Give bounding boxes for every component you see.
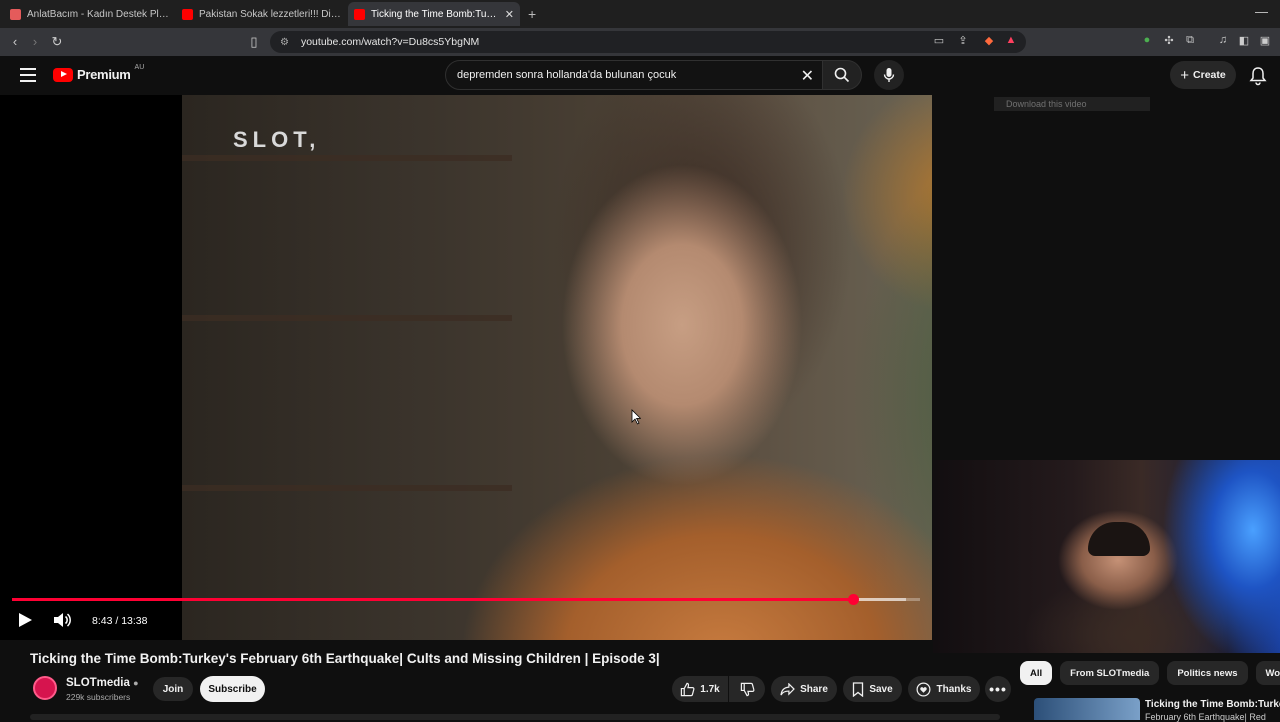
description-box-edge: [30, 714, 1000, 720]
download-video-button[interactable]: Download this video: [994, 97, 1150, 111]
webcam-person: [1088, 522, 1150, 556]
notifications-bell-icon[interactable]: [1248, 66, 1268, 86]
share-icon[interactable]: ⇪: [956, 34, 970, 48]
new-tab-icon[interactable]: +: [528, 6, 536, 22]
browser-tab[interactable]: Pakistan Sokak lezzetleri!!! Diye diye: [176, 2, 348, 26]
forward-icon[interactable]: ›: [25, 34, 45, 49]
verified-icon: ●: [133, 678, 139, 688]
slot-watermark: SLOT,: [233, 127, 321, 152]
more-actions-button[interactable]: •••: [985, 676, 1011, 702]
youtube-favicon-icon: [182, 8, 193, 20]
thanks-button[interactable]: Thanks: [908, 676, 980, 702]
chip-from-channel[interactable]: From SLOTmedia: [1060, 661, 1160, 685]
share-button[interactable]: Share: [771, 676, 837, 702]
sidebar-icon[interactable]: ◧: [1237, 34, 1251, 48]
play-icon[interactable]: [19, 613, 32, 627]
address-bar[interactable]: ⚙ youtube.com/watch?v=Du8cs5YbgNM: [270, 31, 1026, 53]
media-icon[interactable]: ♫: [1216, 34, 1230, 48]
search-input[interactable]: depremden sonra hollanda'da bulunan çocu…: [445, 60, 823, 90]
screenshot-icon[interactable]: ⧉: [1183, 34, 1197, 48]
share-arrow-icon: [780, 682, 795, 696]
search-icon: [834, 67, 850, 83]
browser-toolbar: ‹ › ↻ ▯ ⚙ youtube.com/watch?v=Du8cs5YbgN…: [0, 28, 1280, 56]
brave-rewards-icon[interactable]: ▲: [1004, 34, 1018, 48]
chip-politics-news[interactable]: Politics news: [1167, 661, 1248, 685]
recommended-video-title[interactable]: Ticking the Time Bomb:Turkey: [1145, 699, 1280, 710]
volume-icon[interactable]: [53, 612, 71, 628]
buffer-bar: [853, 598, 907, 601]
reload-icon[interactable]: ↻: [47, 34, 67, 50]
clear-search-icon[interactable]: ✕: [801, 66, 814, 86]
microphone-icon: [883, 68, 895, 82]
youtube-favicon-icon: [354, 8, 365, 20]
subscribe-button[interactable]: Subscribe: [200, 676, 265, 702]
extension-icon[interactable]: ●: [1140, 34, 1154, 48]
youtube-logo[interactable]: Premium AU: [53, 64, 145, 82]
thumbs-up-icon: [681, 682, 695, 696]
bookmark-icon[interactable]: ▯: [244, 34, 264, 50]
join-button[interactable]: Join: [153, 677, 193, 701]
chip-all[interactable]: All: [1020, 661, 1053, 685]
menu-icon[interactable]: [20, 68, 36, 82]
brave-shield-icon[interactable]: ◆: [982, 34, 996, 48]
browser-tab[interactable]: AnlatBacım - Kadın Destek Platformu: [4, 2, 176, 26]
plus-icon: +: [1180, 66, 1190, 84]
tab-label: Pakistan Sokak lezzetleri!!! Diye diye: [199, 8, 342, 20]
subscriber-count: 229k subscribers: [66, 692, 131, 702]
recommended-video-subtitle: February 6th Earthquake| Red: [1145, 712, 1266, 722]
video-player[interactable]: 8:43 / 13:38: [0, 95, 932, 640]
favicon-icon: [10, 8, 21, 20]
channel-name[interactable]: SLOTmedia ●: [66, 677, 139, 689]
background-shelf: [182, 485, 512, 491]
share-label: Share: [800, 683, 828, 695]
video-frame[interactable]: [182, 95, 932, 640]
url-text: youtube.com/watch?v=Du8cs5YbgNM: [300, 36, 480, 48]
channel-avatar[interactable]: [33, 676, 57, 700]
dislike-button[interactable]: [729, 676, 765, 702]
save-button[interactable]: Save: [843, 676, 902, 702]
progress-bar[interactable]: [12, 594, 920, 605]
like-count: 1.7k: [700, 683, 720, 695]
browser-tabbar: AnlatBacım - Kadın Destek Platformu Paki…: [0, 0, 1280, 28]
create-button[interactable]: + Create: [1170, 61, 1236, 89]
voice-search-button[interactable]: [874, 60, 904, 90]
close-tab-icon[interactable]: ✕: [505, 8, 514, 21]
like-button[interactable]: 1.7k: [672, 676, 728, 702]
brand-name: Premium: [77, 67, 131, 82]
thanks-heart-icon: [916, 682, 931, 696]
thanks-label: Thanks: [936, 683, 972, 695]
recommendation-chips: All From SLOTmedia Politics news Worl: [1020, 661, 1280, 685]
search-query: depremden sonra hollanda'da bulunan çocu…: [457, 69, 677, 81]
tab-label: AnlatBacım - Kadın Destek Platformu: [27, 8, 170, 20]
search-button[interactable]: [822, 60, 862, 90]
site-settings-icon[interactable]: ⚙: [280, 37, 289, 48]
mouse-cursor-icon: [631, 409, 641, 425]
create-label: Create: [1193, 69, 1226, 81]
webcam-overlay: [933, 460, 1280, 653]
more-dots-icon: •••: [989, 681, 1007, 697]
save-label: Save: [869, 683, 893, 695]
back-icon[interactable]: ‹: [5, 34, 25, 49]
video-title: Ticking the Time Bomb:Turkey's February …: [30, 651, 660, 666]
minimize-window-icon[interactable]: —: [1255, 4, 1268, 19]
puzzle-icon[interactable]: ✣: [1162, 34, 1176, 48]
played-bar: [12, 598, 854, 601]
background-shelf: [182, 315, 512, 321]
channel-name-text: SLOTmedia: [66, 677, 130, 689]
time-display: 8:43 / 13:38: [92, 615, 148, 627]
wallet-icon[interactable]: ▣: [1258, 34, 1272, 48]
recommended-video-thumbnail[interactable]: [1034, 698, 1140, 720]
bookmark-save-icon: [853, 681, 864, 697]
background-shelf: [182, 155, 512, 161]
download-label: Download this video: [1006, 99, 1087, 109]
thumbs-down-icon: [740, 682, 754, 696]
browser-tab-active[interactable]: Ticking the Time Bomb:Turkey's ✕: [348, 2, 520, 26]
youtube-play-icon: [53, 67, 73, 82]
cast-icon[interactable]: ▭: [932, 34, 946, 48]
region-code: AU: [134, 64, 145, 71]
tab-label: Ticking the Time Bomb:Turkey's: [371, 8, 499, 20]
youtube-header: Premium AU depremden sonra hollanda'da b…: [0, 56, 1280, 95]
chip-world[interactable]: Worl: [1255, 661, 1280, 685]
